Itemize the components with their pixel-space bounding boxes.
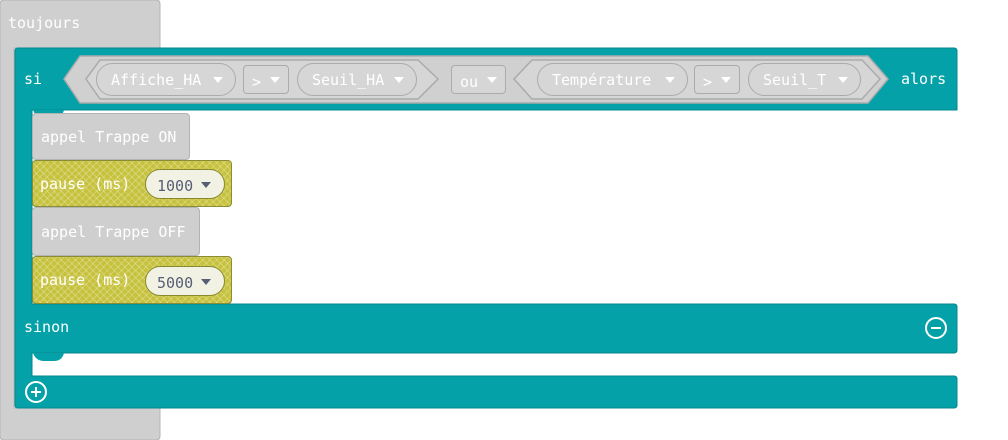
else-label: sinon (24, 318, 70, 336)
pause-block-1000[interactable]: pause (ms) 1000 (32, 160, 232, 207)
variable-label: Affiche_HA (111, 70, 202, 89)
caret-down-icon (213, 77, 223, 83)
variable-dropdown-temperature[interactable]: Température (537, 63, 688, 96)
variable-label: Seuil_HA (312, 70, 385, 89)
pause-block-5000[interactable]: pause (ms) 5000 (32, 256, 232, 304)
variable-dropdown-seuil-ha[interactable]: Seuil_HA (297, 63, 417, 96)
if-label: si (24, 70, 43, 88)
then-label: alors (901, 70, 947, 88)
operator-dropdown-left[interactable]: > (243, 65, 289, 94)
caret-down-icon (487, 77, 497, 83)
caret-down-icon (394, 77, 404, 83)
pause-value-dropdown[interactable]: 5000 (145, 266, 225, 296)
pause-label: pause (ms) (40, 175, 131, 193)
pause-label: pause (ms) (40, 271, 131, 289)
operator-label: > (252, 73, 262, 91)
pause-value-dropdown[interactable]: 1000 (145, 169, 225, 199)
variable-label: Température (552, 70, 652, 89)
operator-dropdown-right[interactable]: > (694, 65, 740, 94)
caret-down-icon (270, 77, 280, 83)
plus-circle-icon[interactable] (25, 381, 47, 403)
pause-value: 5000 (157, 274, 194, 292)
caret-down-icon (201, 182, 211, 188)
caret-down-icon (721, 77, 731, 83)
pause-value: 1000 (157, 177, 194, 195)
caret-down-icon (201, 279, 211, 285)
operator-label: > (703, 73, 713, 91)
call-label: appel Trappe ON (41, 128, 177, 146)
variable-dropdown-seuil-t[interactable]: Seuil_T (748, 63, 861, 96)
logic-operator-label: ou (460, 73, 479, 91)
variable-dropdown-affiche-ha[interactable]: Affiche_HA (96, 63, 236, 96)
call-block-trappe-off[interactable]: appel Trappe OFF (32, 207, 200, 256)
call-label: appel Trappe OFF (41, 223, 186, 241)
call-block-trappe-on[interactable]: appel Trappe ON (32, 113, 190, 160)
variable-label: Seuil_T (763, 70, 827, 89)
minus-circle-icon[interactable] (925, 317, 947, 339)
caret-down-icon (838, 77, 848, 83)
caret-down-icon (665, 77, 675, 83)
logic-operator-dropdown[interactable]: ou (451, 65, 506, 94)
